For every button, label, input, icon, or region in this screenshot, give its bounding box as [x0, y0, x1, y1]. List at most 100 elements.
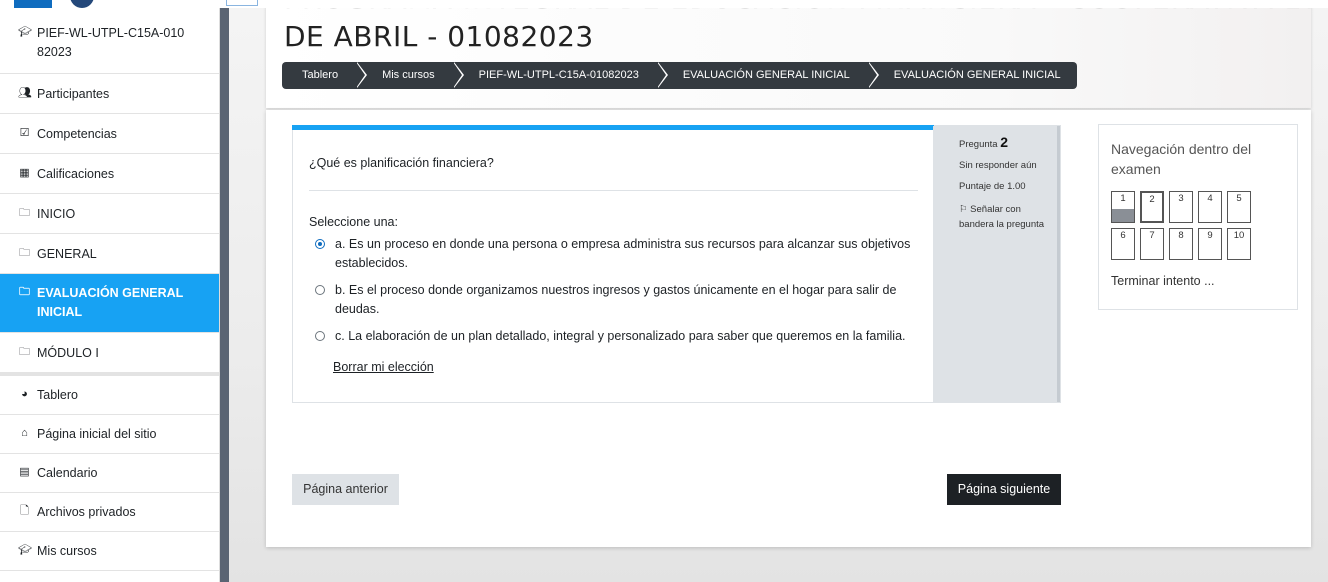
- quiz-nav-question-9[interactable]: 9: [1198, 228, 1222, 260]
- quiz-nav-question-8[interactable]: 8: [1169, 228, 1193, 260]
- question-info: Pregunta 2 Sin responder aún Puntaje de …: [933, 126, 1060, 402]
- sidebar-item-mis-cursos[interactable]: 🎓︎ Mis cursos: [0, 532, 219, 571]
- home-icon: ⌂: [21, 427, 28, 439]
- question-number: Pregunta 2: [959, 134, 1057, 150]
- sidebar-item-label: Participantes: [37, 87, 110, 101]
- sidebar-item-calificaciones[interactable]: ▦ Calificaciones: [0, 154, 219, 194]
- finish-attempt-link[interactable]: Terminar intento ...: [1111, 274, 1285, 288]
- clear-choice-link[interactable]: Borrar mi elección: [333, 360, 434, 374]
- sidebar-item-calendario[interactable]: ▤ Calendario: [0, 454, 219, 493]
- breadcrumb-item[interactable]: Mis cursos: [356, 62, 464, 89]
- graduation-cap-icon: 🎓︎: [18, 26, 32, 38]
- radio-b[interactable]: [315, 285, 325, 295]
- sidebar-item-label: Calendario: [37, 466, 98, 480]
- quiz-nav-number: 1: [1120, 193, 1126, 204]
- quiz-nav-question-5[interactable]: 5: [1227, 191, 1251, 223]
- table-icon: ▦: [19, 167, 30, 179]
- question-score: Puntaje de 1.00: [959, 181, 1026, 192]
- users-icon: 👥︎: [18, 87, 32, 99]
- flag-icon: ⚐: [959, 204, 968, 215]
- answer-option-b[interactable]: b. Es el proceso donde organizamos nuest…: [309, 281, 918, 319]
- question-status: Sin responder aún: [959, 160, 1037, 171]
- flag-question-link[interactable]: ⚐ Señalar con bandera la pregunta: [959, 202, 1057, 232]
- breadcrumb-label: EVALUACIÓN GENERAL INICIAL: [682, 69, 850, 81]
- question-content: ¿Qué es planificación financiera? Selecc…: [293, 130, 934, 402]
- sidebar-item-label: Tablero: [37, 388, 78, 402]
- sidebar-item-tablero[interactable]: ◕ Tablero: [0, 376, 219, 415]
- file-icon: 🗋: [20, 505, 29, 517]
- quiz-nav-question-1[interactable]: 1: [1111, 191, 1135, 223]
- breadcrumb-label: EVALUACIÓN GENERAL INICIAL: [893, 69, 1061, 81]
- dashboard-icon: ◕: [21, 388, 28, 400]
- navbar-tab[interactable]: [226, 0, 258, 6]
- sidebar-item-course[interactable]: 🎓︎ PIEF-WL-UTPL-C15A-01082023: [0, 8, 219, 74]
- folder-icon: 🗀: [19, 247, 30, 259]
- answer-option-c[interactable]: c. La elaboración de un plan detallado, …: [309, 327, 918, 346]
- sidebar-item-label: INICIO: [37, 207, 76, 221]
- quiz-nav-question-7[interactable]: 7: [1140, 228, 1164, 260]
- flag-label: Señalar con bandera la pregunta: [959, 204, 1045, 230]
- checkbox-icon: ☑: [19, 127, 30, 139]
- quiz-nav-number: 10: [1233, 230, 1245, 241]
- folder-icon: 🗀: [19, 286, 30, 298]
- option-text: b. Es el proceso donde organizamos nuest…: [335, 283, 897, 316]
- question-text: ¿Qué es planificación financiera?: [309, 156, 918, 191]
- quiz-nav-number: 7: [1149, 230, 1155, 241]
- quiz-card: ¿Qué es planificación financiera? Selecc…: [266, 110, 1311, 547]
- option-text: a. Es un proceso en donde una persona o …: [335, 237, 911, 270]
- breadcrumb-item[interactable]: EVALUACIÓN GENERAL INICIAL: [867, 62, 1077, 89]
- quiz-nav-number: 3: [1178, 193, 1184, 204]
- previous-page-button[interactable]: Página anterior: [292, 474, 399, 505]
- breadcrumb-label: Mis cursos: [382, 69, 435, 81]
- quiz-nav-question-2[interactable]: 2: [1140, 191, 1164, 223]
- breadcrumb-label: PIEF-WL-UTPL-C15A-01082023: [478, 69, 639, 81]
- option-text: c. La elaboración de un plan detallado, …: [335, 329, 906, 343]
- quiz-nav-number: 5: [1236, 193, 1242, 204]
- quiz-navigation-block: Navegación dentro del examen 1 2 3 4 5 6…: [1098, 124, 1298, 310]
- sidebar-item-evaluacion-general-inicial[interactable]: 🗀 EVALUACIÓN GENERAL INICIAL: [0, 274, 219, 333]
- sidebar-item-participantes[interactable]: 👥︎ Participantes: [0, 74, 219, 114]
- question-prompt: Seleccione una:: [309, 215, 398, 229]
- sidebar-item-label: Competencias: [37, 127, 117, 141]
- menu-toggle-button[interactable]: [14, 0, 52, 8]
- calendar-icon: ▤: [19, 466, 30, 478]
- sidebar-item-label: EVALUACIÓN GENERAL INICIAL: [37, 286, 184, 319]
- sidebar-edge: [220, 8, 229, 582]
- quiz-nav-question-10[interactable]: 10: [1227, 228, 1251, 260]
- breadcrumb-item[interactable]: Tablero: [282, 62, 368, 89]
- next-page-button[interactable]: Página siguiente: [947, 474, 1061, 505]
- quiz-nav-number: 2: [1149, 194, 1155, 205]
- sidebar-item-general[interactable]: 🗀 GENERAL: [0, 234, 219, 274]
- breadcrumb-item[interactable]: PIEF-WL-UTPL-C15A-01082023: [452, 62, 668, 89]
- breadcrumb: Tablero Mis cursos PIEF-WL-UTPL-C15A-010…: [282, 62, 1077, 89]
- sidebar-item-archivos-privados[interactable]: 🗋 Archivos privados: [0, 493, 219, 532]
- breadcrumb-item[interactable]: EVALUACIÓN GENERAL INICIAL: [656, 62, 879, 89]
- sidebar-item-label: GENERAL: [37, 247, 97, 261]
- sidebar-item-inicio[interactable]: 🗀 INICIO: [0, 194, 219, 234]
- sidebar-item-label: Calificaciones: [37, 167, 115, 181]
- quiz-nav-question-3[interactable]: 3: [1169, 191, 1193, 223]
- folder-icon: 🗀: [19, 207, 30, 219]
- quiz-nav-number: 6: [1120, 230, 1126, 241]
- quiz-nav-number: 4: [1207, 193, 1213, 204]
- quiz-nav-question-6[interactable]: 6: [1111, 228, 1135, 260]
- quiz-nav-question-4[interactable]: 4: [1198, 191, 1222, 223]
- quiz-nav-number: 9: [1207, 230, 1213, 241]
- radio-c[interactable]: [315, 331, 325, 341]
- sidebar-item-label: Archivos privados: [37, 505, 136, 519]
- sidebar-item-competencias[interactable]: ☑ Competencias: [0, 114, 219, 154]
- folder-icon: 🗀: [19, 346, 30, 358]
- sidebar-item-label: MÓDULO I: [37, 346, 99, 360]
- top-navbar: [0, 0, 1328, 8]
- question-block: ¿Qué es planificación financiera? Selecc…: [292, 125, 1061, 403]
- breadcrumb-label: Tablero: [302, 69, 339, 81]
- sidebar-item-pagina-inicial[interactable]: ⌂ Página inicial del sitio: [0, 415, 219, 454]
- page-title: DE ABRIL - 01082023: [284, 20, 594, 53]
- site-logo[interactable]: [70, 0, 94, 8]
- page-header: PROGRAMA INTEGRAL DE EDUCACIÓN FINANCIER…: [266, 0, 1320, 108]
- course-sidebar: 🎓︎ PIEF-WL-UTPL-C15A-01082023 👥︎ Partici…: [0, 8, 220, 582]
- answer-option-a[interactable]: a. Es un proceso en donde una persona o …: [309, 235, 918, 273]
- sidebar-item-modulo-i[interactable]: 🗀 MÓDULO I: [0, 333, 219, 372]
- sidebar-item-label: PIEF-WL-UTPL-C15A-01082023: [37, 26, 185, 59]
- radio-a[interactable]: [315, 239, 325, 249]
